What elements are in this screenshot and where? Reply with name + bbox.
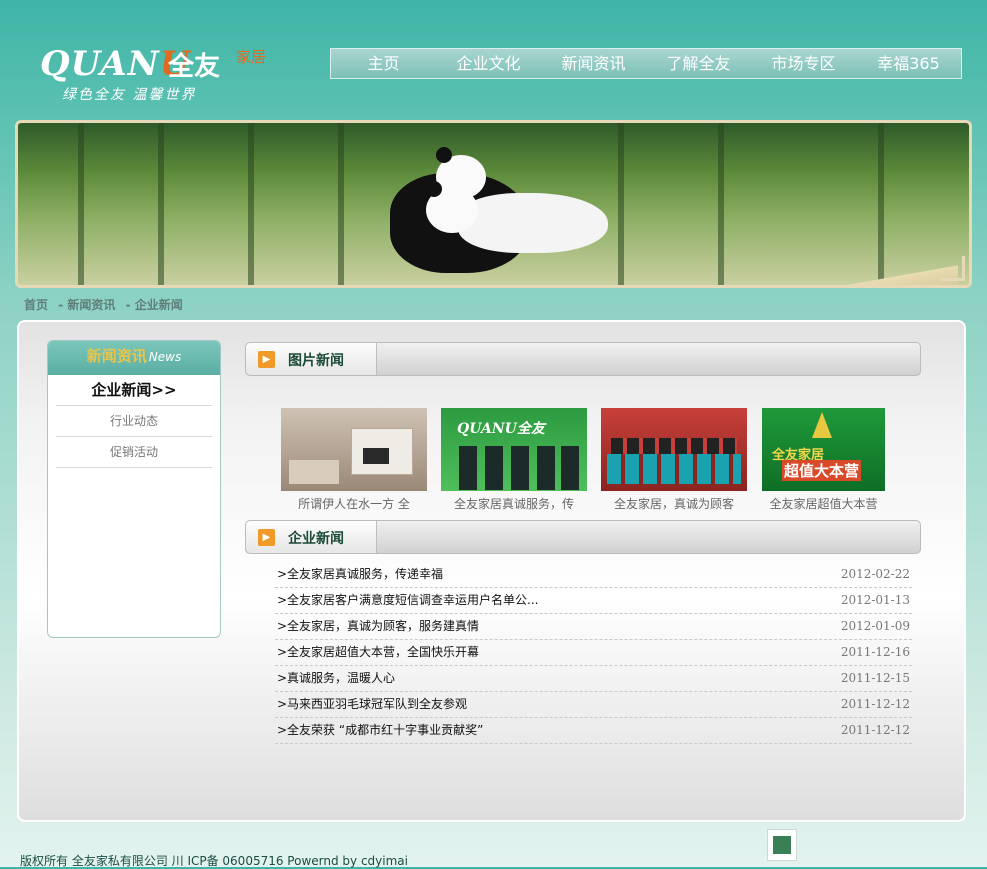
breadcrumb-home[interactable]: 首页 [24, 298, 48, 312]
photo-thumbnail[interactable] [281, 408, 427, 491]
footer-copyright: 版权所有 全友家私有限公司 川 ICP备 06005716 Powernd by… [20, 854, 408, 868]
site-logo[interactable]: QUANU 全友 家居 绿色全友 温馨世界 [40, 44, 280, 104]
sidebar-title-en: News [148, 350, 182, 364]
logo-slogan: 绿色全友 温馨世界 [62, 87, 197, 103]
section-title: 企业新闻 [288, 531, 344, 547]
photo-caption[interactable]: 全友家居超值大本营 [762, 495, 885, 512]
section-title: 图片新闻 [288, 353, 344, 369]
news-title[interactable]: >全友荣获 “成都市红十字事业贡献奖” [277, 718, 483, 743]
photo-card[interactable]: QUANU全友 全友家居真诚服务，传 [441, 408, 587, 512]
news-date: 2012-01-13 [840, 593, 910, 607]
nav-item-home[interactable]: 主页 [331, 49, 436, 78]
sidebar-header: 新闻资讯 News [48, 341, 220, 375]
arrow-icon: ▶ [258, 351, 275, 368]
news-row[interactable]: >全友家居真诚服务，传递幸福 2012-02-22 [275, 562, 912, 588]
news-row[interactable]: >全友家居客户满意度短信调查幸运用户名单公... 2012-01-13 [275, 588, 912, 614]
news-title[interactable]: >全友家居超值大本营，全国快乐开幕 [277, 640, 479, 665]
news-row[interactable]: >全友荣获 “成都市红十字事业贡献奖” 2011-12-12 [275, 718, 912, 744]
photo-gallery: 所谓伊人在水一方 全 QUANU全友 全友家居真诚服务，传 全友家居，真诚为顾客 [281, 408, 901, 518]
news-row[interactable]: >真诚服务，温暖人心 2011-12-15 [275, 666, 912, 692]
arrow-icon: ▶ [258, 529, 275, 546]
bamboo-stalk [78, 123, 84, 285]
photo-card[interactable]: 全友家居，真诚为顾客 [601, 408, 747, 512]
bamboo-stalk [718, 123, 724, 285]
news-title[interactable]: >全友家居，真诚为顾客，服务建真情 [277, 614, 479, 639]
company-news-header: ▶ 企业新闻 [245, 520, 921, 554]
news-date: 2012-01-09 [840, 619, 910, 633]
main-nav: 主页 企业文化 新闻资讯 了解全友 市场专区 幸福365 [330, 48, 962, 79]
bamboo-stalk [158, 123, 164, 285]
photo-caption[interactable]: 全友家居真诚服务，传 [441, 495, 587, 512]
photo-thumbnail[interactable]: 全友家居 超值大本营 [762, 408, 885, 491]
photo-caption[interactable]: 所谓伊人在水一方 全 [281, 495, 427, 512]
sidebar: 新闻资讯 News 企业新闻>> 行业动态 促销活动 [47, 340, 221, 638]
bamboo-stalk [878, 123, 884, 285]
nav-item-culture[interactable]: 企业文化 [436, 49, 541, 78]
panda-body-white [458, 193, 608, 253]
nav-item-about[interactable]: 了解全友 [646, 49, 751, 78]
news-title[interactable]: >真诚服务，温暖人心 [277, 666, 395, 691]
photo-news-header: ▶ 图片新闻 [245, 342, 921, 376]
photo-thumbnail[interactable]: QUANU全友 [441, 408, 587, 491]
photo-caption[interactable]: 全友家居，真诚为顾客 [601, 495, 747, 512]
sidebar-title: 新闻资讯 [86, 347, 147, 365]
content-panel: 新闻资讯 News 企业新闻>> 行业动态 促销活动 ▶ 图片新闻 所谓伊人在水一… [17, 320, 966, 822]
sidebar-item-promotions[interactable]: 促销活动 [56, 437, 212, 468]
panda-ear [426, 181, 442, 197]
news-date: 2011-12-12 [840, 697, 910, 711]
news-date: 2011-12-12 [840, 723, 910, 737]
nav-item-market[interactable]: 市场专区 [751, 49, 856, 78]
photo-thumbnail[interactable] [601, 408, 747, 491]
news-title[interactable]: >全友家居真诚服务，传递幸福 [277, 562, 443, 587]
panda-ear [436, 147, 452, 163]
news-list: >全友家居真诚服务，传递幸福 2012-02-22 >全友家居客户满意度短信调查… [275, 562, 912, 744]
section-tab: ▶ 图片新闻 [246, 343, 377, 375]
photo-card[interactable]: 所谓伊人在水一方 全 [281, 408, 427, 512]
logo-brand-sub: 家居 [236, 48, 267, 66]
news-date: 2012-02-22 [840, 567, 910, 581]
news-row[interactable]: >全友家居，真诚为顾客，服务建真情 2012-01-09 [275, 614, 912, 640]
nav-item-news[interactable]: 新闻资讯 [541, 49, 646, 78]
news-date: 2011-12-16 [840, 645, 910, 659]
section-tab: ▶ 企业新闻 [246, 521, 377, 553]
sidebar-item-industry[interactable]: 行业动态 [56, 406, 212, 437]
hero-banner [15, 120, 972, 288]
news-title[interactable]: >马来西亚羽毛球冠军队到全友参观 [277, 692, 467, 717]
sidebar-item-company-news[interactable]: 企业新闻>> [56, 375, 212, 406]
photo-card[interactable]: 全友家居 超值大本营 全友家居超值大本营 [762, 408, 885, 512]
news-row[interactable]: >全友家居超值大本营，全国快乐开幕 2011-12-16 [275, 640, 912, 666]
bamboo-stalk [338, 123, 344, 285]
breadcrumb-current: - 企业新闻 [125, 298, 183, 312]
logo-brand-cn: 全友 [168, 52, 221, 82]
breadcrumb: 首页 - 新闻资讯 - 企业新闻 [24, 296, 189, 313]
wooden-platform [418, 265, 958, 285]
bamboo-stalk [248, 123, 254, 285]
news-date: 2011-12-15 [840, 671, 910, 685]
breadcrumb-news[interactable]: - 新闻资讯 [58, 298, 115, 312]
bamboo-stalk [618, 123, 624, 285]
news-row[interactable]: >马来西亚羽毛球冠军队到全友参观 2011-12-12 [275, 692, 912, 718]
news-title[interactable]: >全友家居客户满意度短信调查幸运用户名单公... [277, 588, 539, 613]
certification-badge-icon[interactable] [767, 829, 797, 861]
nav-item-happy365[interactable]: 幸福365 [856, 49, 961, 78]
banner-corner-ornament [940, 256, 965, 281]
